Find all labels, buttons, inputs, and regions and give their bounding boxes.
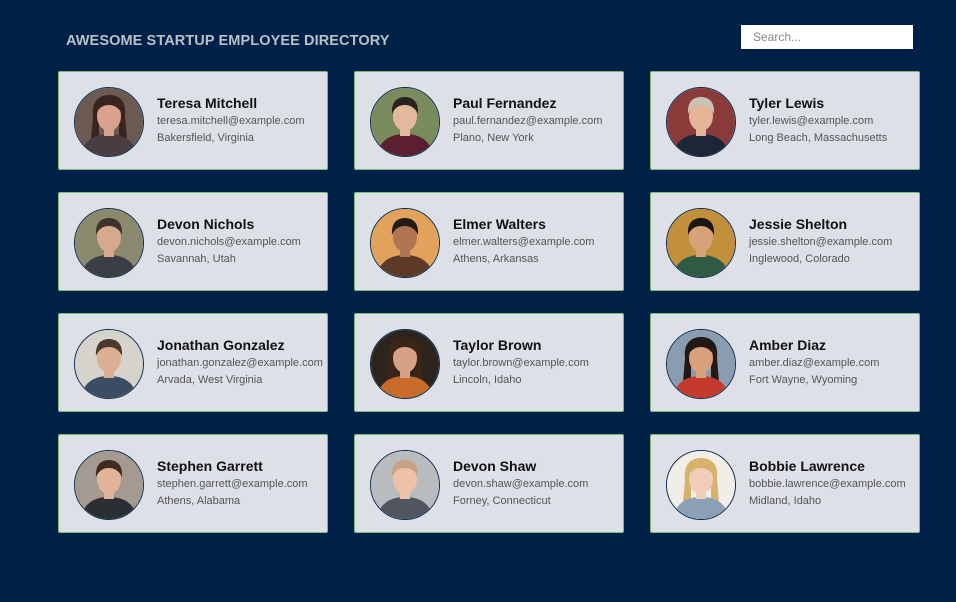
employee-name: Teresa Mitchell — [157, 95, 258, 111]
employee-card[interactable]: Bobbie Lawrence bobbie.lawrence@example.… — [650, 434, 920, 533]
employee-email: bobbie.lawrence@example.com — [749, 478, 906, 490]
employee-info: Amber Diaz amber.diaz@example.com Fort W… — [749, 337, 919, 387]
employee-email: taylor.brown@example.com — [453, 357, 589, 369]
employee-location: Plano, New York — [453, 132, 534, 144]
employee-info: Teresa Mitchell teresa.mitchell@example.… — [157, 95, 327, 145]
avatar-photo — [667, 88, 735, 156]
employee-location: Forney, Connecticut — [453, 495, 551, 507]
employee-card[interactable]: Taylor Brown taylor.brown@example.com Li… — [354, 313, 624, 412]
avatar — [370, 450, 440, 520]
avatar — [74, 450, 144, 520]
employee-location: Fort Wayne, Wyoming — [749, 374, 858, 386]
employee-location: Lincoln, Idaho — [453, 374, 522, 386]
employee-name: Amber Diaz — [749, 337, 827, 353]
employee-email: devon.shaw@example.com — [453, 478, 589, 490]
employee-card[interactable]: Amber Diaz amber.diaz@example.com Fort W… — [650, 313, 920, 412]
employee-location: Midland, Idaho — [749, 495, 822, 507]
employee-name: Taylor Brown — [453, 337, 542, 353]
avatar-photo — [371, 330, 439, 398]
employee-card[interactable]: Jessie Shelton jessie.shelton@example.co… — [650, 192, 920, 291]
employee-info: Elmer Walters elmer.walters@example.com … — [453, 216, 623, 266]
employee-email: amber.diaz@example.com — [749, 357, 880, 369]
employee-info: Paul Fernandez paul.fernandez@example.co… — [453, 95, 623, 145]
employee-card[interactable]: Teresa Mitchell teresa.mitchell@example.… — [58, 71, 328, 170]
avatar-photo — [371, 209, 439, 277]
avatar-photo — [667, 451, 735, 519]
avatar-photo — [371, 451, 439, 519]
avatar-photo — [667, 330, 735, 398]
employee-name: Jessie Shelton — [749, 216, 848, 232]
employee-card[interactable]: Devon Nichols devon.nichols@example.com … — [58, 192, 328, 291]
avatar-photo — [75, 209, 143, 277]
avatar — [666, 87, 736, 157]
employee-info: Devon Shaw devon.shaw@example.com Forney… — [453, 458, 623, 508]
employee-email: elmer.walters@example.com — [453, 236, 595, 248]
avatar — [74, 87, 144, 157]
employee-info: Jessie Shelton jessie.shelton@example.co… — [749, 216, 919, 266]
avatar — [370, 87, 440, 157]
employee-card[interactable]: Paul Fernandez paul.fernandez@example.co… — [354, 71, 624, 170]
employee-name: Devon Nichols — [157, 216, 255, 232]
employee-name: Jonathan Gonzalez — [157, 337, 285, 353]
avatar-photo — [75, 88, 143, 156]
employee-location: Athens, Arkansas — [453, 253, 539, 265]
employee-email: devon.nichols@example.com — [157, 236, 301, 248]
avatar — [370, 329, 440, 399]
employee-email: jonathan.gonzalez@example.com — [157, 357, 323, 369]
employee-info: Bobbie Lawrence bobbie.lawrence@example.… — [749, 458, 919, 508]
avatar — [666, 329, 736, 399]
employee-grid: Teresa Mitchell teresa.mitchell@example.… — [58, 71, 920, 533]
avatar — [666, 208, 736, 278]
employee-info: Devon Nichols devon.nichols@example.com … — [157, 216, 327, 266]
employee-card[interactable]: Tyler Lewis tyler.lewis@example.com Long… — [650, 71, 920, 170]
page-title: AWESOME STARTUP EMPLOYEE DIRECTORY — [66, 33, 390, 49]
employee-card[interactable]: Devon Shaw devon.shaw@example.com Forney… — [354, 434, 624, 533]
employee-card[interactable]: Stephen Garrett stephen.garrett@example.… — [58, 434, 328, 533]
employee-name: Bobbie Lawrence — [749, 458, 865, 474]
avatar — [74, 208, 144, 278]
page-header: AWESOME STARTUP EMPLOYEE DIRECTORY — [66, 25, 914, 53]
avatar-photo — [667, 209, 735, 277]
avatar — [74, 329, 144, 399]
employee-location: Inglewood, Colorado — [749, 253, 850, 265]
search-input[interactable] — [741, 25, 913, 49]
employee-name: Stephen Garrett — [157, 458, 263, 474]
employee-name: Devon Shaw — [453, 458, 537, 474]
employee-email: stephen.garrett@example.com — [157, 478, 308, 490]
employee-card[interactable]: Elmer Walters elmer.walters@example.com … — [354, 192, 624, 291]
employee-name: Paul Fernandez — [453, 95, 557, 111]
employee-location: Long Beach, Massachusetts — [749, 132, 888, 144]
employee-email: jessie.shelton@example.com — [749, 236, 893, 248]
avatar — [666, 450, 736, 520]
employee-email: tyler.lewis@example.com — [749, 115, 874, 127]
employee-info: Jonathan Gonzalez jonathan.gonzalez@exam… — [157, 337, 327, 387]
employee-location: Bakersfield, Virginia — [157, 132, 255, 144]
employee-info: Stephen Garrett stephen.garrett@example.… — [157, 458, 327, 508]
employee-email: paul.fernandez@example.com — [453, 115, 603, 127]
employee-info: Tyler Lewis tyler.lewis@example.com Long… — [749, 95, 919, 145]
employee-info: Taylor Brown taylor.brown@example.com Li… — [453, 337, 623, 387]
employee-name: Elmer Walters — [453, 216, 546, 232]
avatar-photo — [75, 451, 143, 519]
avatar-photo — [371, 88, 439, 156]
employee-location: Savannah, Utah — [157, 253, 236, 265]
employee-name: Tyler Lewis — [749, 95, 825, 111]
avatar — [370, 208, 440, 278]
employee-card[interactable]: Jonathan Gonzalez jonathan.gonzalez@exam… — [58, 313, 328, 412]
employee-email: teresa.mitchell@example.com — [157, 115, 305, 127]
employee-location: Athens, Alabama — [157, 495, 241, 507]
avatar-photo — [75, 330, 143, 398]
employee-location: Arvada, West Virginia — [157, 374, 263, 386]
